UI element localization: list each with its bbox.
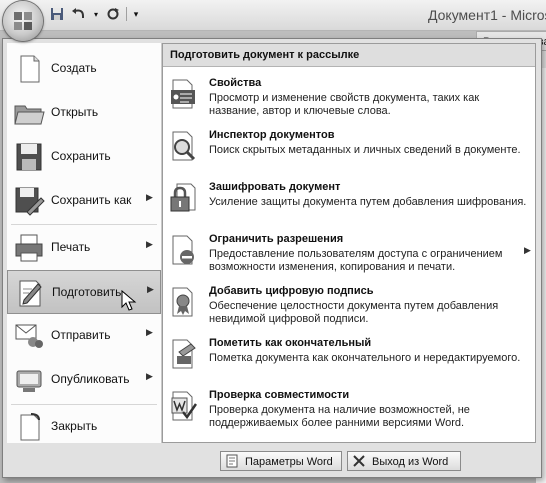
mark-final-icon <box>172 339 196 369</box>
menu-divider <box>11 224 157 225</box>
submenu-arrow-icon: ▶ <box>146 371 153 381</box>
menu-item-publish[interactable]: Опубликовать ▶ <box>7 358 161 402</box>
exit-word-label: Выход из Word <box>372 456 449 468</box>
submenu-item-title: Зашифровать документ <box>209 181 341 193</box>
word-options-label: Параметры Word <box>245 456 333 468</box>
menu-item-save[interactable]: Сохранить <box>7 135 161 179</box>
new-document-icon <box>20 55 40 83</box>
redo-icon[interactable] <box>104 5 122 23</box>
menu-item-open[interactable]: Открыть <box>7 91 161 135</box>
submenu-arrow-icon: ▶ <box>146 239 153 249</box>
compatibility-checker-icon <box>171 391 197 421</box>
menu-item-label: Печать <box>51 240 91 254</box>
qat-divider <box>126 7 127 21</box>
restrict-permission-icon <box>172 235 194 265</box>
menu-item-label: Подготовить <box>52 285 122 299</box>
prepare-submenu: Подготовить документ к рассылке Свойства… <box>162 43 536 443</box>
submenu-item-description: Просмотр и изменение свойств документа, … <box>209 92 480 117</box>
submenu-arrow-icon: ▶ <box>146 192 153 202</box>
properties-icon <box>171 79 195 109</box>
submenu-arrow-icon: ▶ <box>524 245 531 255</box>
submenu-item-properties[interactable]: Свойства Просмотр и изменение свойств до… <box>163 72 535 124</box>
submenu-item-description: Предоставление пользователям доступа с о… <box>209 248 503 273</box>
submenu-item-restrict[interactable]: Ограничить разрешения Предоставление пол… <box>163 228 535 280</box>
office-button[interactable] <box>3 1 43 41</box>
undo-icon[interactable] <box>70 5 88 23</box>
submenu-item-compatibility[interactable]: Проверка совместимости Проверка документ… <box>163 384 535 436</box>
submenu-item-description: Проверка документа на наличие возможност… <box>209 404 470 429</box>
submenu-item-mark-final[interactable]: Пометить как окончательный Пометка докум… <box>163 332 535 384</box>
save-as-icon <box>15 187 45 216</box>
submenu-item-title: Проверка совместимости <box>209 389 350 401</box>
menu-item-label: Закрыть <box>51 419 98 433</box>
menu-item-label: Отправить <box>51 328 111 342</box>
publish-icon <box>16 370 42 392</box>
submenu-item-encrypt[interactable]: Зашифровать документ Усиление защиты док… <box>163 176 535 228</box>
submenu-item-description: Обеспечение целостности документа путем … <box>209 300 499 325</box>
menu-item-close[interactable]: Закрыть <box>7 405 161 449</box>
save-icon[interactable] <box>48 5 66 23</box>
menu-item-label: Открыть <box>51 105 99 119</box>
menu-item-prepare[interactable]: Подготовить ▶ <box>7 270 161 314</box>
menu-item-send[interactable]: Отправить ▶ <box>7 314 161 358</box>
save-floppy-icon <box>16 143 42 171</box>
submenu-item-title: Свойства <box>209 77 262 89</box>
menu-item-new[interactable]: Создать <box>7 47 161 91</box>
mouse-pointer-icon <box>121 290 137 311</box>
office-menu: Создать Открыть Сохранить Сохранить как … <box>2 38 542 478</box>
submenu-item-description: Пометка документа как окончательного и н… <box>209 352 521 364</box>
submenu-item-description: Усиление защиты документа путем добавлен… <box>209 196 527 208</box>
menu-item-label: Сохранить как <box>51 193 132 207</box>
word-options-button[interactable]: Параметры Word <box>220 451 342 471</box>
exit-word-button[interactable]: Выход из Word <box>347 451 461 471</box>
menu-item-label: Опубликовать <box>51 372 130 386</box>
encrypt-lock-icon <box>170 183 196 212</box>
submenu-arrow-icon: ▶ <box>146 327 153 337</box>
submenu-header: Подготовить документ к рассылке <box>163 44 535 67</box>
menu-item-print[interactable]: Печать ▶ <box>7 226 161 270</box>
customize-qat-icon[interactable]: ▾ <box>131 5 141 23</box>
close-icon <box>353 455 365 467</box>
open-folder-icon <box>14 105 45 125</box>
menu-item-save-as[interactable]: Сохранить как ▶ <box>7 179 161 223</box>
chevron-down-icon[interactable]: ▾ <box>92 5 100 23</box>
prepare-icon <box>19 280 42 307</box>
quick-access-toolbar: ▾ ▾ <box>48 5 141 23</box>
send-icon <box>15 324 43 348</box>
menu-item-label: Сохранить <box>51 149 111 163</box>
submenu-item-title: Добавить цифровую подпись <box>209 285 374 297</box>
submenu-item-title: Ограничить разрешения <box>209 233 344 245</box>
office-menu-commands: Создать Открыть Сохранить Сохранить как … <box>7 43 162 443</box>
submenu-item-inspector[interactable]: Инспектор документов Поиск скрытых метад… <box>163 124 535 176</box>
title-bar: ▾ ▾ Документ1 - Micros <box>0 0 546 31</box>
window-title: Документ1 - Micros <box>428 7 546 23</box>
submenu-item-signature[interactable]: Добавить цифровую подпись Обеспечение це… <box>163 280 535 332</box>
options-icon <box>226 454 238 468</box>
digital-signature-icon <box>172 287 193 317</box>
submenu-arrow-icon: ▶ <box>147 284 154 294</box>
office-logo-icon <box>14 12 32 30</box>
inspect-document-icon <box>172 131 196 161</box>
close-document-icon <box>20 413 40 441</box>
submenu-item-description: Поиск скрытых метаданных и личных сведен… <box>209 144 521 156</box>
printer-icon <box>15 234 43 262</box>
submenu-item-title: Инспектор документов <box>209 129 335 141</box>
menu-item-label: Создать <box>51 61 97 75</box>
submenu-item-title: Пометить как окончательный <box>209 337 372 349</box>
